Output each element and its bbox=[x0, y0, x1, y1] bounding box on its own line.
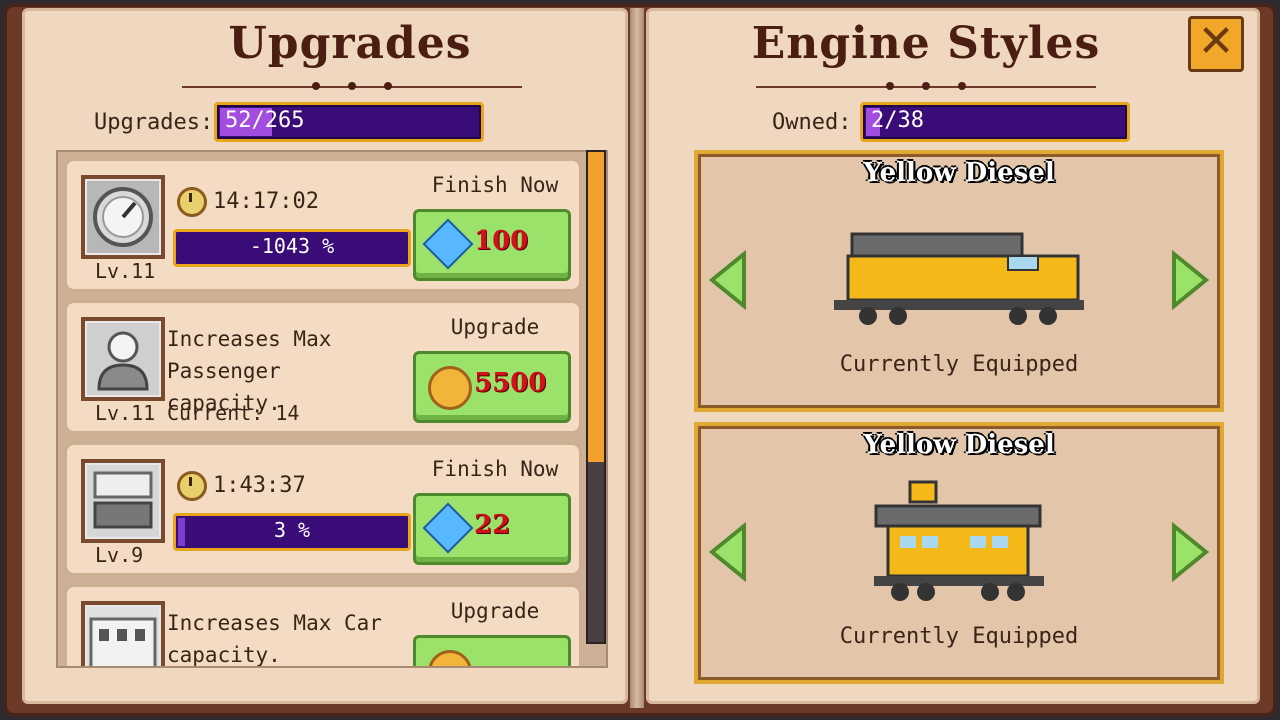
engine-style-name: Yellow Diesel bbox=[863, 430, 1055, 460]
action-label: Upgrade bbox=[450, 599, 540, 623]
title-divider bbox=[182, 82, 522, 92]
progress-label: -1043 % bbox=[249, 234, 335, 258]
gem-icon bbox=[422, 502, 474, 554]
upgrade-card: Lv.11 Increases Max Passenger capacity. … bbox=[64, 300, 582, 434]
stopwatch-icon bbox=[177, 187, 207, 217]
gem-icon bbox=[422, 218, 474, 270]
upgrade-timer: 1:43:37 bbox=[177, 471, 306, 501]
upgrade-card: Lv.9 1:43:37 3 % Finish Now 22 bbox=[64, 442, 582, 576]
upgrades-title: Upgrades bbox=[228, 18, 472, 69]
upgrade-progress-bar: 3 % bbox=[173, 513, 411, 551]
owned-counter-label: Owned: bbox=[772, 110, 852, 135]
action-label: Finish Now bbox=[431, 173, 559, 197]
cost-amount: 100 bbox=[474, 226, 529, 256]
cost-amount: 22 bbox=[474, 510, 511, 540]
passenger-icon bbox=[81, 317, 165, 401]
upgrades-counter-label: Upgrades: bbox=[94, 110, 214, 135]
finish-now-button[interactable]: 100 bbox=[413, 209, 571, 281]
previous-engine-arrow-icon[interactable] bbox=[708, 250, 748, 310]
depot-icon bbox=[81, 601, 165, 666]
upgrade-card: Lv.11 14:17:02 -1043 % Finish Now 100 bbox=[64, 158, 582, 292]
description-line: capacity. bbox=[167, 643, 281, 667]
action-label: Upgrade bbox=[450, 315, 540, 339]
train-car-icon bbox=[81, 459, 165, 543]
upgrade-level: Lv.11 bbox=[95, 259, 156, 283]
upgrade-level: Lv.11 bbox=[95, 401, 156, 425]
action-label: Finish Now bbox=[431, 457, 559, 481]
upgrades-counter-bar: 52/265 bbox=[214, 102, 484, 142]
upgrade-timer: 14:17:02 bbox=[177, 187, 319, 217]
next-caboose-arrow-icon[interactable] bbox=[1170, 522, 1210, 582]
upgrade-button[interactable] bbox=[413, 635, 571, 666]
upgrade-description: Increases Max Car capacity. bbox=[167, 607, 407, 667]
description-line: Increases Max bbox=[167, 327, 332, 351]
upgrade-card: Increases Max Car capacity. Upgrade bbox=[64, 584, 582, 667]
finish-now-button[interactable]: 22 bbox=[413, 493, 571, 565]
close-button[interactable]: ✕ bbox=[1188, 16, 1244, 72]
coin-icon bbox=[428, 366, 472, 410]
yellow-diesel-caboose-icon bbox=[874, 480, 1044, 601]
speedometer-icon bbox=[81, 175, 165, 259]
stopwatch-icon bbox=[177, 471, 207, 501]
engine-style-panel: Yellow Diesel Currently Equipped bbox=[694, 422, 1224, 684]
previous-caboose-arrow-icon[interactable] bbox=[708, 522, 748, 582]
upgrade-level: Lv.9 bbox=[95, 543, 144, 567]
upgrade-progress-bar: -1043 % bbox=[173, 229, 411, 267]
equip-status: Currently Equipped bbox=[839, 624, 1079, 649]
next-engine-arrow-icon[interactable] bbox=[1170, 250, 1210, 310]
owned-counter-value: 2/38 bbox=[871, 108, 924, 133]
scrollbar-thumb[interactable] bbox=[588, 152, 604, 462]
upgrades-counter-value: 52/265 bbox=[225, 108, 305, 133]
upgrade-button[interactable]: 5500 bbox=[413, 351, 571, 423]
description-line: Increases Max Car bbox=[167, 611, 382, 635]
yellow-diesel-locomotive-icon bbox=[834, 232, 1084, 325]
current-value: Current: 14 bbox=[167, 401, 300, 425]
timer-text: 1:43:37 bbox=[213, 473, 306, 498]
cost-amount: 5500 bbox=[474, 368, 547, 398]
engine-styles-title: Engine Styles bbox=[751, 18, 1101, 69]
progress-label: 3 % bbox=[273, 518, 311, 542]
upgrade-list-scrollbar[interactable] bbox=[586, 150, 606, 644]
equip-status: Currently Equipped bbox=[839, 352, 1079, 377]
engine-style-name: Yellow Diesel bbox=[863, 158, 1055, 188]
title-divider bbox=[756, 82, 1096, 92]
engine-style-panel: Yellow Diesel Currently Equipped bbox=[694, 150, 1224, 412]
book-spine bbox=[630, 8, 644, 708]
owned-counter-bar: 2/38 bbox=[860, 102, 1130, 142]
coin-icon bbox=[428, 650, 472, 666]
upgrade-list[interactable]: Lv.11 14:17:02 -1043 % Finish Now 100 Lv… bbox=[56, 150, 608, 668]
timer-text: 14:17:02 bbox=[213, 189, 319, 214]
